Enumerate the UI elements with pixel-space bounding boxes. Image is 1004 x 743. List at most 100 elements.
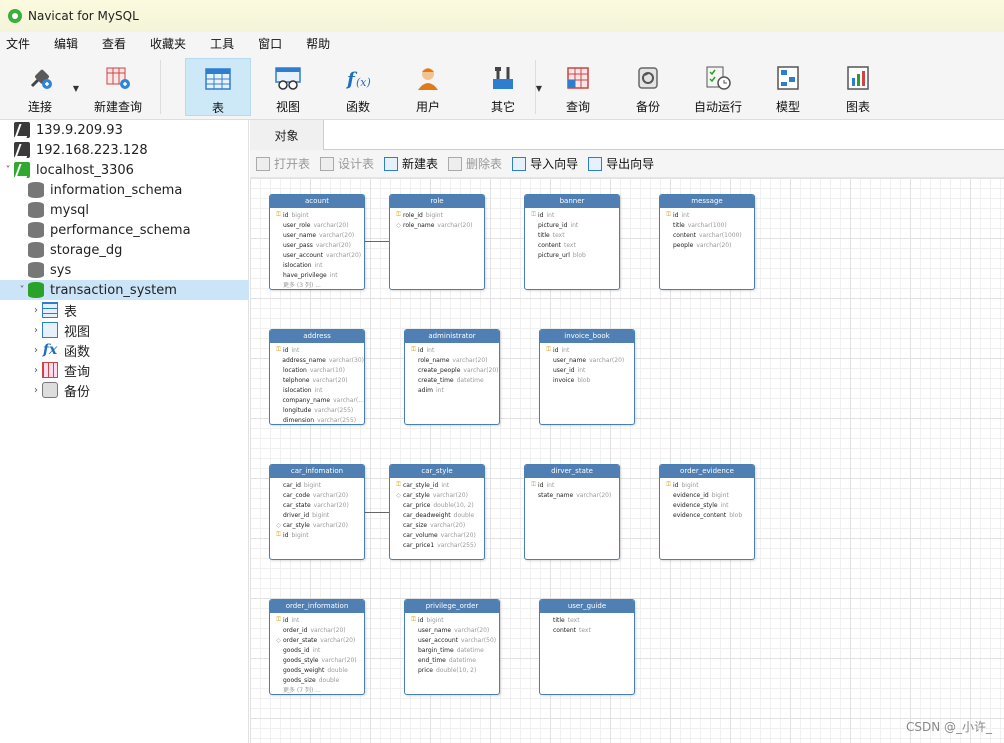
object-action-button[interactable]: 新建表: [384, 155, 438, 172]
toolbar-function-button[interactable]: f (x) 函数: [325, 58, 391, 116]
menu-item-6[interactable]: 帮助: [300, 35, 342, 52]
menu-item-1[interactable]: 编辑: [48, 35, 90, 52]
entity-user_guide[interactable]: user_guide title text content text: [539, 599, 635, 695]
entity-privilege_order[interactable]: privilege_order ⚿ id bigint user_name varchar…: [404, 599, 500, 695]
object-action-button[interactable]: 设计表: [320, 155, 374, 172]
collapse-toggle-icon[interactable]: ›: [30, 365, 42, 376]
object-action-button[interactable]: 导出向导: [588, 155, 654, 172]
toolbar-backup-button[interactable]: 备份: [615, 58, 681, 116]
field-name: role_name: [418, 356, 450, 364]
entity-field: content varchar(1000): [660, 230, 754, 240]
entity-field: telphone varchar(20): [270, 375, 364, 385]
object-action-button[interactable]: 导入向导: [512, 155, 578, 172]
tree-item[interactable]: mysql: [0, 200, 249, 220]
field-name: user_name: [553, 356, 587, 364]
entity-order_information[interactable]: order_information ⚿ id int order_id varchar(2…: [269, 599, 365, 695]
tree-item[interactable]: storage_dg: [0, 240, 249, 260]
tree-item[interactable]: › 表: [0, 300, 249, 320]
expand-toggle-icon[interactable]: ˅: [2, 165, 14, 176]
menu-item-3[interactable]: 收藏夹: [144, 35, 198, 52]
tree-item[interactable]: › 备份: [0, 380, 249, 400]
menu-item-4[interactable]: 工具: [204, 35, 246, 52]
collapse-toggle-icon[interactable]: ›: [30, 385, 42, 396]
entity-field: state_name varchar(20): [525, 490, 619, 500]
dropdown-arrow-icon[interactable]: ▼: [536, 84, 542, 93]
toolbar-auto-run-button[interactable]: 自动运行: [685, 58, 751, 116]
toolbar-query-button[interactable]: 查询: [545, 58, 611, 116]
primary-key-icon: ⚿: [276, 346, 281, 353]
object-action-button[interactable]: 打开表: [256, 155, 310, 172]
collapse-toggle-icon[interactable]: ›: [30, 305, 42, 316]
toolbar-model-button[interactable]: 模型: [755, 58, 821, 116]
field-type: int: [312, 646, 321, 654]
entity-field: islocation int: [270, 385, 364, 395]
index-icon: ◇: [276, 521, 281, 529]
field-type: varchar(20): [437, 221, 473, 229]
entity-order_evidence[interactable]: order_evidence ⚿ id bigint evidence_id bigint…: [659, 464, 755, 560]
field-type: varchar(20): [454, 626, 490, 634]
toolbar-user-button[interactable]: 用户: [395, 58, 461, 116]
toolbar-chart-label: 图表: [845, 100, 870, 114]
field-type: varchar(255): [437, 541, 477, 549]
tree-item[interactable]: ˅ transaction_system: [0, 280, 249, 300]
toolbar-other-button[interactable]: 其它 ▼: [470, 58, 542, 116]
entity-car_style[interactable]: car_style ⚿ car_style_id int ◇ car_style varch…: [389, 464, 485, 560]
entity-field: dimension varchar(255): [270, 415, 364, 425]
toolbar-connect-button[interactable]: 连接 ▼: [7, 58, 79, 116]
entity-field: ◇ role_name varchar(20): [390, 220, 484, 230]
entity-message[interactable]: message ⚿ id int title varchar(100) content var…: [659, 194, 755, 290]
field-type: int: [577, 366, 586, 374]
toolbar-table-label: 表: [211, 101, 224, 115]
tab-objects[interactable]: 对象: [250, 120, 324, 150]
entity-field: price double(10, 2): [405, 665, 499, 675]
toolbar-table-button[interactable]: 表: [185, 58, 251, 116]
entity-address[interactable]: address ⚿ id int address_name varchar(30) loca…: [269, 329, 365, 425]
toolbar-chart-button[interactable]: 图表: [825, 58, 891, 116]
tree-item[interactable]: › fx 函数: [0, 340, 249, 360]
field-name: bargin_time: [418, 646, 454, 654]
field-type: int: [570, 221, 579, 229]
menu-item-5[interactable]: 窗口: [252, 35, 294, 52]
entity-field: car_price1 varchar(255): [390, 540, 484, 550]
dropdown-arrow-icon[interactable]: ▼: [73, 84, 79, 93]
tree-item[interactable]: ˅ localhost_3306: [0, 160, 249, 180]
tree-item[interactable]: performance_schema: [0, 220, 249, 240]
expand-toggle-icon[interactable]: ˅: [16, 285, 28, 296]
entity-field: ⚿ id bigint: [660, 480, 754, 490]
tree-item[interactable]: information_schema: [0, 180, 249, 200]
object-action-button[interactable]: 删除表: [448, 155, 502, 172]
object-toolbar: 打开表 设计表 新建表 删除表 导入向导 导出向导: [250, 150, 1004, 178]
entity-car_infomation[interactable]: car_infomation car_id bigint car_code varcha…: [269, 464, 365, 560]
field-type: varchar(20): [313, 221, 349, 229]
entity-field: content text: [525, 240, 619, 250]
toolbar-view-button[interactable]: 视图: [255, 58, 321, 116]
tree-item[interactable]: sys: [0, 260, 249, 280]
entity-administrator[interactable]: administrator ⚿ id int role_name varchar(20) c…: [404, 329, 500, 425]
tree-item[interactable]: 192.168.223.128: [0, 140, 249, 160]
entity-title: privilege_order: [405, 600, 499, 613]
entity-invoice_book[interactable]: invoice_book ⚿ id int user_name varchar(20) us…: [539, 329, 635, 425]
entity-dirver_state[interactable]: dirver_state ⚿ id int state_name varchar(20): [524, 464, 620, 560]
tree-item[interactable]: › 视图: [0, 320, 249, 340]
tree-item[interactable]: 139.9.209.93: [0, 120, 249, 140]
tree-item[interactable]: › 查询: [0, 360, 249, 380]
database-open-icon: [28, 282, 44, 298]
field-name: car_volume: [403, 531, 438, 539]
collapse-toggle-icon[interactable]: ›: [30, 345, 42, 356]
object-action-icon: [320, 156, 335, 171]
field-name: picture_id: [538, 221, 568, 229]
menu-item-2[interactable]: 查看: [96, 35, 138, 52]
field-type: varchar(20): [452, 356, 488, 364]
field-name: car_state: [283, 501, 311, 509]
navicat-logo-icon: [8, 9, 22, 23]
entity-acount[interactable]: acount ⚿ id bigint user_role varchar(20) user_…: [269, 194, 365, 290]
entity-title: invoice_book: [540, 330, 634, 343]
menu-item-0[interactable]: 文件: [0, 35, 42, 52]
toolbar-new-query-button[interactable]: 新建查询: [85, 58, 151, 116]
field-name: car_style: [283, 521, 310, 529]
er-diagram-canvas[interactable]: acount ⚿ id bigint user_role varchar(20) user_…: [250, 178, 1004, 743]
entity-role[interactable]: role ⚿ role_id bigint ◇ role_name varchar(20): [389, 194, 485, 290]
entity-banner[interactable]: banner ⚿ id int picture_id int title text conten…: [524, 194, 620, 290]
field-type: bigint: [426, 616, 444, 624]
collapse-toggle-icon[interactable]: ›: [30, 325, 42, 336]
